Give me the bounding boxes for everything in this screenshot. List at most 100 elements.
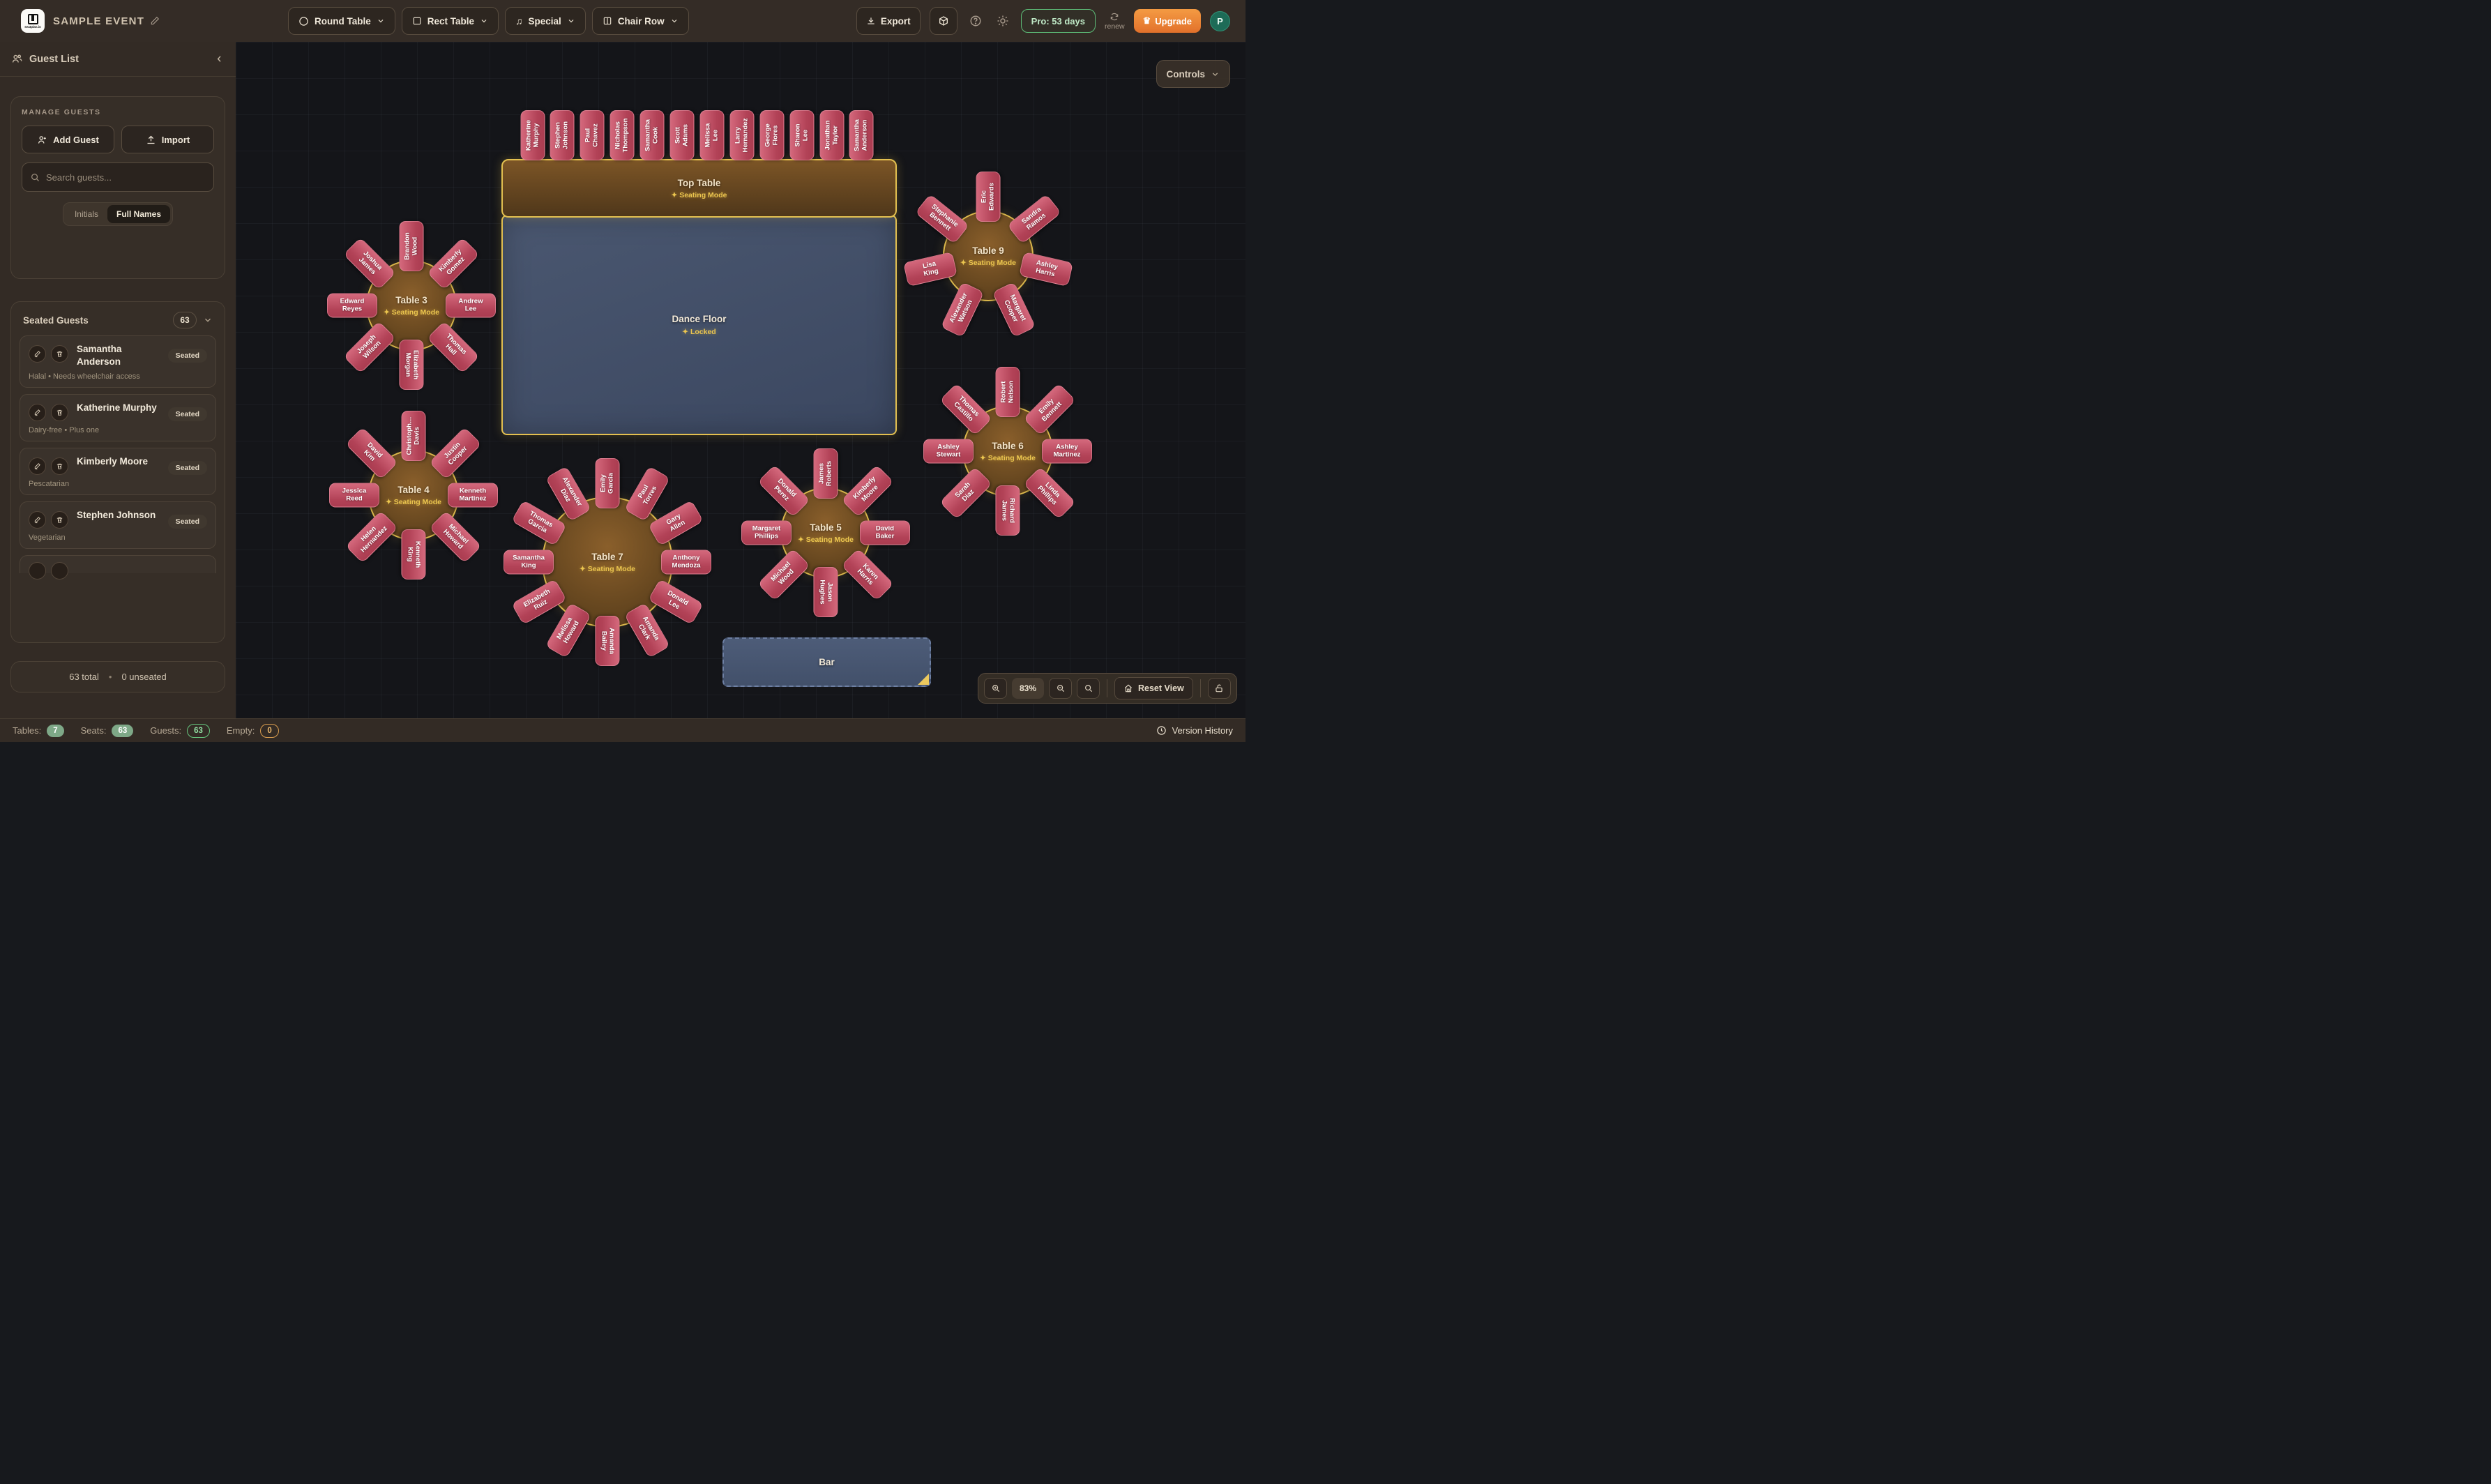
zoom-in-button[interactable] <box>984 678 1007 699</box>
seat-chip[interactable]: GaryAllen <box>648 499 704 545</box>
seat-chip[interactable]: DavidBaker <box>860 521 910 545</box>
seat-chip[interactable]: Christoph…Davis <box>402 411 426 461</box>
seat-chip[interactable]: MichaelHoward <box>429 510 482 563</box>
table-rect[interactable]: Top Table✦ Seating Mode <box>501 159 897 218</box>
seat-chip[interactable]: NicholasThompson <box>610 110 635 160</box>
seat-chip[interactable]: ElizabethMorgan <box>400 340 424 390</box>
seat-chip[interactable]: RichardJames <box>996 485 1020 536</box>
seat-chip[interactable]: MargaretPhillips <box>741 521 792 545</box>
special-button[interactable]: ♫ Special <box>505 7 586 35</box>
guest-card-partial[interactable] <box>20 555 216 573</box>
seat-chip[interactable]: AnthonyMendoza <box>661 550 711 575</box>
toggle-full-names[interactable]: Full Names <box>107 205 170 223</box>
seat-chip[interactable]: LarryHernandez <box>729 110 754 160</box>
seat-chip[interactable]: JonathanTaylor <box>819 110 844 160</box>
seat-chip[interactable]: StephenJohnson <box>550 110 575 160</box>
seat-chip[interactable]: ThomasGarcia <box>511 499 567 545</box>
seat-chip[interactable]: JasonHughes <box>814 567 838 617</box>
seat-chip[interactable]: AlexanderWatson <box>941 282 985 338</box>
seat-chip[interactable]: AshleyMartinez <box>1042 439 1092 464</box>
seat-chip[interactable]: SharonLee <box>789 110 814 160</box>
round-table-button[interactable]: Round Table <box>288 7 395 35</box>
seat-chip[interactable]: EricEdwards <box>976 172 1001 222</box>
seat-chip[interactable]: KennethMartinez <box>448 483 498 508</box>
seat-chip[interactable]: SamanthaKing <box>503 550 554 575</box>
guest-card[interactable]: Katherine MurphySeatedDairy-free • Plus … <box>20 394 216 441</box>
seat-chip[interactable]: DonaldLee <box>648 578 704 624</box>
floor-plan-canvas[interactable]: Controls 83% Reset View Dance Fl <box>236 42 1246 718</box>
clock-icon <box>1156 725 1167 736</box>
lock-toggle-button[interactable] <box>1208 678 1231 699</box>
delete-guest-button[interactable] <box>51 457 68 475</box>
chair-row-button[interactable]: Chair Row <box>592 7 689 35</box>
seat-chip[interactable]: AmandaClark <box>623 603 669 658</box>
import-button[interactable]: Import <box>121 126 214 153</box>
seat-chip[interactable]: SamanthaCook <box>640 110 665 160</box>
seat-chip[interactable]: KennethKing <box>402 529 426 580</box>
edit-guest-button[interactable] <box>29 457 46 475</box>
version-history-button[interactable]: Version History <box>1156 725 1233 736</box>
upgrade-button[interactable]: ♛ Upgrade <box>1134 9 1201 33</box>
seat-chip[interactable]: GeorgeFlores <box>759 110 784 160</box>
collapse-sidebar-button[interactable] <box>214 54 225 64</box>
dance-floor-zone[interactable]: Dance Floor✦ Locked <box>501 215 897 435</box>
guest-card[interactable]: Stephen JohnsonSeatedVegetarian <box>20 501 216 549</box>
seat-chip[interactable]: JessicaReed <box>329 483 379 508</box>
seat-chip[interactable]: EdwardReyes <box>327 294 377 318</box>
renew-button[interactable]: renew <box>1105 12 1125 31</box>
seat-chip[interactable]: PaulChavez <box>580 110 605 160</box>
app-logo[interactable]: seatplan.io <box>21 9 45 33</box>
seat-chip[interactable]: JamesRoberts <box>814 448 838 499</box>
seat-chip[interactable]: ScottAdams <box>670 110 695 160</box>
seat-chip[interactable]: LisaKing <box>903 252 957 287</box>
seat-chip[interactable]: AshleyHarris <box>1019 252 1073 287</box>
reset-view-button[interactable]: Reset View <box>1114 677 1193 699</box>
edit-guest-button[interactable] <box>29 404 46 421</box>
zoom-out-button[interactable] <box>1049 678 1072 699</box>
guest-card[interactable]: Samantha AndersonSeatedHalal • Needs whe… <box>20 335 216 388</box>
seat-chip[interactable]: AndrewLee <box>446 294 496 318</box>
zoom-search-button[interactable] <box>1077 678 1100 699</box>
seat-chip[interactable]: PaulTorres <box>623 466 669 522</box>
controls-button[interactable]: Controls <box>1156 60 1231 88</box>
resize-handle[interactable] <box>918 674 929 685</box>
delete-guest-button[interactable] <box>51 562 68 580</box>
seat-chip[interactable]: RobertNelson <box>996 367 1020 417</box>
assets-button[interactable] <box>930 7 957 35</box>
theme-toggle-button[interactable] <box>994 12 1012 30</box>
edit-title-icon[interactable] <box>150 16 160 26</box>
seat-chip[interactable]: MelissaLee <box>699 110 724 160</box>
seat-chip[interactable]: SamanthaAnderson <box>849 110 874 160</box>
search-input[interactable] <box>46 172 206 183</box>
help-button[interactable] <box>967 12 985 30</box>
seated-collapse-button[interactable] <box>203 315 213 325</box>
add-guest-button[interactable]: Add Guest <box>22 126 114 153</box>
seat-chip[interactable]: MelissaHoward <box>545 603 591 658</box>
seat-chip[interactable]: AshleyStewart <box>923 439 974 464</box>
seat-chip[interactable]: BrandonWood <box>400 221 424 271</box>
edit-guest-button[interactable] <box>29 511 46 529</box>
delete-guest-button[interactable] <box>51 345 68 363</box>
export-button[interactable]: Export <box>856 7 921 35</box>
bar-zone[interactable]: Bar <box>722 637 931 687</box>
edit-guest-button[interactable] <box>29 562 46 580</box>
seat-chip[interactable]: KarenHarris <box>841 548 894 601</box>
delete-guest-button[interactable] <box>51 404 68 421</box>
edit-guest-button[interactable] <box>29 345 46 363</box>
seat-chip[interactable]: ThomasHall <box>427 321 480 374</box>
seat-chip[interactable]: LindaPhillips <box>1023 467 1076 520</box>
avatar[interactable]: P <box>1210 11 1230 31</box>
seat-chip[interactable]: AmandaBailey <box>596 616 620 666</box>
table-round[interactable]: Table 7✦ Seating Mode <box>542 497 673 628</box>
guest-list[interactable]: Samantha AndersonSeatedHalal • Needs whe… <box>20 335 216 635</box>
rect-table-button[interactable]: Rect Table <box>402 7 499 35</box>
toggle-initials[interactable]: Initials <box>66 205 107 223</box>
seat-chip[interactable]: KatherineMurphy <box>520 110 545 160</box>
delete-guest-button[interactable] <box>51 511 68 529</box>
guest-card[interactable]: Kimberly MooreSeatedPescatarian <box>20 448 216 495</box>
search-icon <box>30 172 40 183</box>
seat-chip[interactable]: MargaretCooper <box>992 282 1036 338</box>
seat-chip[interactable]: EmilyGarcia <box>596 458 620 508</box>
seat-chip[interactable]: AlexanderDiaz <box>545 466 591 522</box>
seat-chip[interactable]: ElizabethRuiz <box>511 578 567 624</box>
